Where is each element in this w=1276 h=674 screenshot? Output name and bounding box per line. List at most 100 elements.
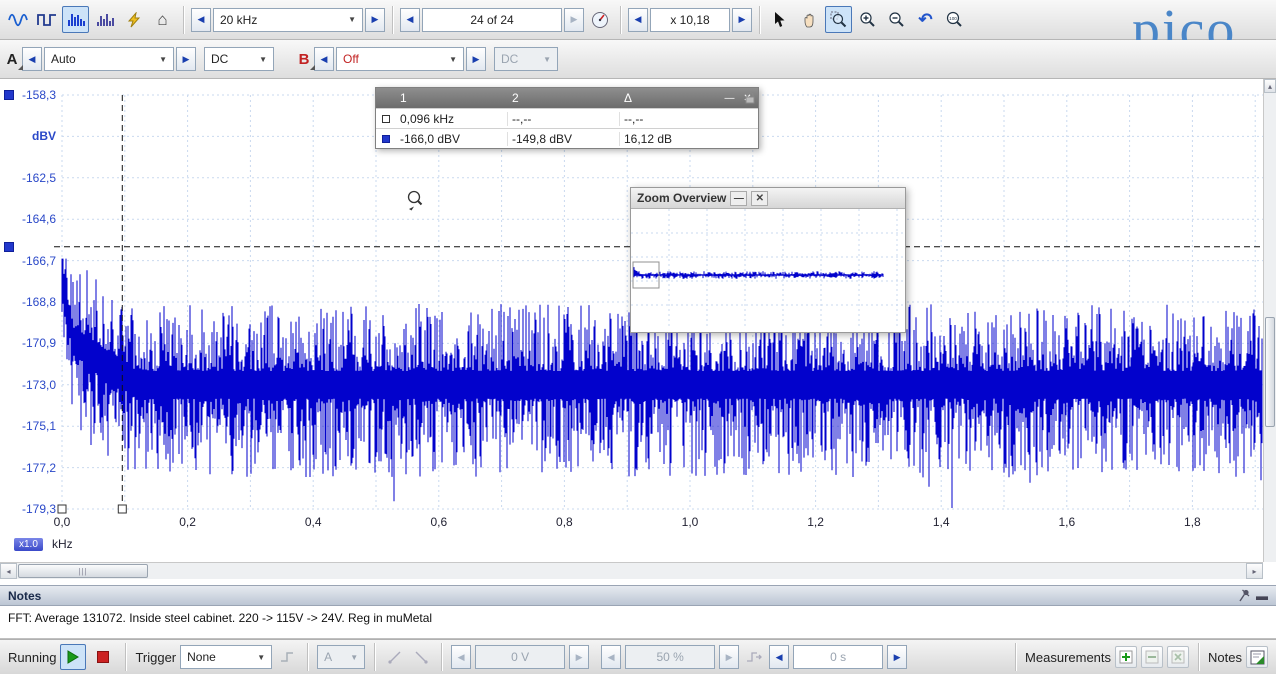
- buffer-indicator: 24 of 24: [422, 8, 562, 32]
- timebase-select[interactable]: 20 kHz ▼: [213, 8, 363, 32]
- trigger-delay-field[interactable]: 0 s: [793, 645, 883, 669]
- edit-measurement-button[interactable]: [1141, 646, 1163, 668]
- trigger-source-value: A: [324, 650, 332, 664]
- x-axis-unit-label: kHz: [52, 537, 73, 551]
- falling-edge-icon[interactable]: [410, 646, 432, 668]
- notes-panel-body[interactable]: FFT: Average 131072. Inside steel cabine…: [0, 606, 1276, 639]
- notes-panel-header[interactable]: Notes ▬: [0, 585, 1276, 606]
- channel-a-label[interactable]: A: [4, 51, 20, 68]
- ruler-legend-window[interactable]: 1 2 Δ — ✕ 0,096 kHz --,-- --,-- -166,0 d…: [375, 87, 759, 149]
- channel-b-range-select[interactable]: Off ▼: [336, 47, 464, 71]
- scroll-right-button[interactable]: ▸: [1246, 563, 1263, 579]
- channel-b-label[interactable]: B: [296, 51, 312, 68]
- timebase-prev-button[interactable]: ◀: [191, 8, 211, 32]
- ruler-legend-minimize-button[interactable]: —: [721, 91, 738, 106]
- scroll-left-button[interactable]: ◂: [0, 563, 17, 579]
- persistence-view-icon[interactable]: [33, 6, 60, 33]
- buffer-next-button[interactable]: ▶: [564, 8, 584, 32]
- rising-edge-icon[interactable]: [384, 646, 406, 668]
- pretrigger-decrease-button[interactable]: ◀: [601, 645, 621, 669]
- ruler-column-1-header: 1: [396, 91, 508, 105]
- y-tick-label: -166,7: [4, 254, 56, 268]
- zoom-overview-titlebar[interactable]: Zoom Overview — ✕: [631, 188, 905, 209]
- amplitude-ruler-value-2: -149,8 dBV: [508, 132, 620, 146]
- frequency-ruler-value-1: 0,096 kHz: [396, 112, 508, 126]
- toolbar-separator: [392, 6, 393, 34]
- x-tick-label: 1,0: [674, 515, 706, 529]
- x-tick-label: 0,4: [297, 515, 329, 529]
- vertical-scroll-thumb[interactable]: [1265, 317, 1275, 427]
- channel-a-range-prev-button[interactable]: ◀: [22, 47, 42, 71]
- zoom-out-tool-icon[interactable]: [883, 6, 910, 33]
- chevron-down-icon: ▼: [342, 653, 358, 662]
- lock-icon[interactable]: [745, 92, 755, 104]
- zoom-100-tool-icon[interactable]: 100: [941, 6, 968, 33]
- normal-select-tool-icon[interactable]: [767, 6, 794, 33]
- pretrigger-field[interactable]: 50 %: [625, 645, 715, 669]
- x-tick-label: 1,4: [925, 515, 957, 529]
- delete-measurement-button[interactable]: [1167, 646, 1189, 668]
- run-button[interactable]: [60, 644, 86, 670]
- threshold-increase-button[interactable]: ▶: [569, 645, 589, 669]
- amplitude-ruler-handle[interactable]: [4, 242, 14, 252]
- zoom-overview-minimize-button[interactable]: —: [730, 191, 747, 206]
- vertical-scrollbar[interactable]: ▴: [1263, 79, 1276, 562]
- delay-increase-button[interactable]: ▶: [887, 645, 907, 669]
- spectrum-mode-icon[interactable]: [91, 6, 118, 33]
- signal-generator-icon[interactable]: [120, 6, 147, 33]
- frequency-ruler-row: 0,096 kHz --,-- --,--: [376, 108, 758, 128]
- add-measurement-button[interactable]: [1115, 646, 1137, 668]
- toolbar-separator: [1015, 643, 1016, 671]
- hand-pan-tool-icon[interactable]: [796, 6, 823, 33]
- x-tick-label: 0,0: [46, 515, 78, 529]
- threshold-decrease-button[interactable]: ◀: [451, 645, 471, 669]
- horizontal-scroll-thumb[interactable]: |||: [18, 564, 148, 578]
- trigger-mode-select[interactable]: None ▼: [180, 645, 272, 669]
- scroll-up-button[interactable]: ▴: [1264, 79, 1276, 93]
- trigger-source-select[interactable]: A ▼: [317, 645, 365, 669]
- buffer-prev-button[interactable]: ◀: [400, 8, 420, 32]
- channel-a-axis-marker[interactable]: [4, 90, 14, 100]
- channel-a-range-value: Auto: [51, 52, 76, 66]
- spectrum-view-icon[interactable]: [62, 6, 89, 33]
- ruler-legend-header: 1 2 Δ — ✕: [376, 88, 758, 108]
- stop-button[interactable]: [90, 644, 116, 670]
- x-axis-multiplier-badge[interactable]: x1.0: [14, 538, 43, 551]
- zoom-overview-plot[interactable]: [631, 209, 905, 329]
- channel-b-range-next-button[interactable]: ▶: [466, 47, 486, 71]
- toolbar-separator: [183, 6, 184, 34]
- channel-a-coupling-select[interactable]: DC ▼: [204, 47, 274, 71]
- chevron-down-icon: ▼: [340, 15, 356, 24]
- pretrigger-increase-button[interactable]: ▶: [719, 645, 739, 669]
- undo-zoom-icon[interactable]: ↶: [912, 6, 939, 33]
- zoom-overview-window[interactable]: Zoom Overview — ✕: [630, 187, 906, 333]
- buffer-overview-icon[interactable]: [586, 6, 613, 33]
- zoom-decrease-button[interactable]: ◀: [628, 8, 648, 32]
- marquee-zoom-tool-icon[interactable]: [825, 6, 852, 33]
- home-icon[interactable]: ⌂: [149, 6, 176, 33]
- channel-a-range-next-button[interactable]: ▶: [176, 47, 196, 71]
- channel-a-range-select[interactable]: Auto ▼: [44, 47, 174, 71]
- notes-toggle-button[interactable]: [1246, 646, 1268, 668]
- y-tick-label: -164,6: [4, 212, 56, 226]
- notes-minimize-icon[interactable]: ▬: [1256, 589, 1268, 603]
- x-tick-label: 0,2: [172, 515, 204, 529]
- trigger-threshold-field[interactable]: 0 V: [475, 645, 565, 669]
- timebase-next-button[interactable]: ▶: [365, 8, 385, 32]
- toolbar-separator: [1198, 643, 1199, 671]
- zoom-overview-title: Zoom Overview: [637, 191, 726, 205]
- trigger-delay-icon[interactable]: [743, 646, 765, 668]
- zoom-overview-close-button[interactable]: ✕: [751, 191, 768, 206]
- delay-decrease-button[interactable]: ◀: [769, 645, 789, 669]
- channel-b-coupling-select[interactable]: DC ▼: [494, 47, 558, 71]
- channel-b-range-prev-button[interactable]: ◀: [314, 47, 334, 71]
- zoom-in-tool-icon[interactable]: [854, 6, 881, 33]
- zoom-increase-button[interactable]: ▶: [732, 8, 752, 32]
- pin-icon[interactable]: [1238, 589, 1250, 602]
- horizontal-scroll-track[interactable]: |||: [17, 563, 1246, 579]
- scope-view-icon[interactable]: [4, 6, 31, 33]
- trigger-mode-value: None: [187, 650, 216, 664]
- y-tick-label: -162,5: [4, 171, 56, 185]
- horizontal-scrollbar[interactable]: ◂ ||| ▸: [0, 562, 1263, 579]
- trigger-edge-icon[interactable]: [276, 646, 298, 668]
